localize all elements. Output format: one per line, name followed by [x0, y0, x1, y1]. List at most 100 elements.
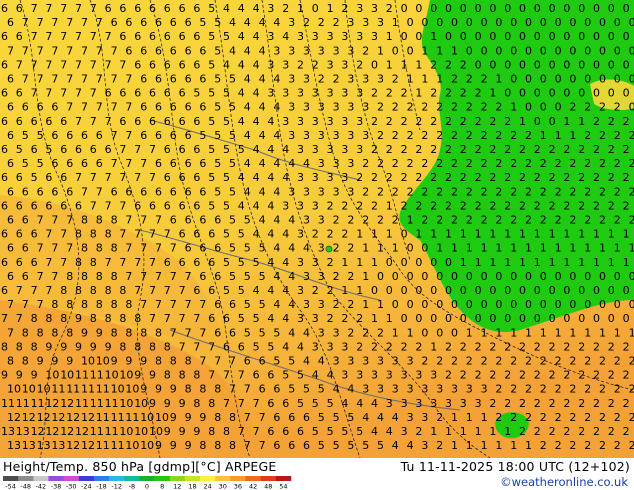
temperature-value: 8 — [31, 312, 38, 325]
temperature-value: 0 — [430, 284, 437, 297]
temperature-value: 6 — [155, 185, 162, 198]
temperature-value: 7 — [229, 355, 236, 368]
temperature-value: 9 — [125, 355, 132, 368]
temperature-value: 2 — [341, 199, 348, 212]
temperature-value: 12 — [81, 439, 95, 452]
temperature-value: 2 — [436, 439, 443, 452]
legend-tick-label: 30 — [219, 483, 227, 490]
temperature-value: 2 — [623, 340, 630, 353]
temperature-value: 7 — [66, 214, 73, 227]
temperature-value: 0 — [534, 312, 541, 325]
temperature-value: 5 — [259, 326, 266, 339]
temperature-value: 3 — [297, 228, 304, 241]
temperature-value: 3 — [318, 129, 325, 142]
temperature-value: 2 — [510, 185, 517, 198]
temperature-value: 11 — [31, 397, 45, 410]
temperature-value: 0 — [475, 2, 482, 15]
temperature-value: 2 — [466, 101, 473, 114]
temperature-value: 3 — [288, 129, 295, 142]
temperature-value: 7 — [105, 58, 112, 71]
temperature-value: 7 — [111, 129, 118, 142]
temperature-value: 7 — [238, 425, 245, 438]
temperature-value: 7 — [31, 2, 38, 15]
temperature-value: 6 — [16, 87, 23, 100]
temperature-value: 7 — [51, 16, 58, 29]
temperature-value: 5 — [318, 383, 325, 396]
temperature-value: 3 — [460, 397, 467, 410]
temperature-value: 13 — [1, 425, 15, 438]
temperature-value: 3 — [312, 340, 319, 353]
temperature-value: 6 — [37, 101, 44, 114]
temperature-value: 7 — [37, 16, 44, 29]
temperature-value: 0 — [555, 16, 562, 29]
temperature-value: 6 — [31, 199, 38, 212]
legend-swatch — [230, 476, 246, 481]
temperature-value: 0 — [407, 270, 414, 283]
temperature-value: 8 — [1, 340, 8, 353]
temperature-value: 6 — [149, 58, 156, 71]
temperature-value: 2 — [593, 199, 600, 212]
temperature-value: 1 — [451, 44, 458, 57]
temperature-value: 1 — [540, 326, 547, 339]
temperature-value: 7 — [134, 143, 141, 156]
temperature-value: 12 — [45, 425, 59, 438]
temperature-value: 3 — [341, 115, 348, 128]
temperature-value: 5 — [347, 439, 354, 452]
temperature-value: 2 — [540, 439, 547, 452]
temperature-value: 2 — [466, 185, 473, 198]
temperature-value: 4 — [282, 284, 289, 297]
temperature-value: 4 — [273, 214, 280, 227]
credit-link[interactable]: ©weatheronline.co.uk — [500, 475, 628, 489]
temperature-value: 2 — [563, 369, 570, 382]
temperature-value: 4 — [259, 129, 266, 142]
temperature-value: 3 — [371, 369, 378, 382]
temperature-value: 11 — [111, 411, 125, 424]
temperature-value: 1 — [430, 30, 437, 43]
temperature-value: 7 — [119, 143, 126, 156]
temperature-value: 6 — [179, 115, 186, 128]
temperature-value: 1 — [392, 16, 399, 29]
temperature-value: 2 — [549, 143, 556, 156]
temperature-value: 2 — [475, 171, 482, 184]
temperature-value: 0 — [629, 101, 634, 114]
temperature-value: 7 — [119, 171, 126, 184]
temperature-value: 4 — [273, 16, 280, 29]
temperature-value: 7 — [185, 270, 192, 283]
temperature-value: 1 — [386, 228, 393, 241]
temperature-value: 5 — [223, 30, 230, 43]
temperature-value: 2 — [623, 199, 630, 212]
temperature-value: 6 — [223, 340, 230, 353]
temperature-value: 2 — [623, 397, 630, 410]
temperature-value: 11 — [96, 411, 110, 424]
temperature-value: 2 — [549, 199, 556, 212]
temperature-value: 3 — [303, 101, 310, 114]
temperature-value: 6 — [134, 58, 141, 71]
temperature-value: 1 — [569, 129, 576, 142]
temperature-value: 2 — [386, 143, 393, 156]
temperature-value: 0 — [475, 30, 482, 43]
temperature-value: 2 — [401, 340, 408, 353]
temperature-value: 8 — [134, 312, 141, 325]
temperature-value: 4 — [253, 199, 260, 212]
temperature-value: 0 — [519, 312, 526, 325]
temperature-value: 8 — [185, 355, 192, 368]
legend-swatch — [169, 476, 186, 481]
temperature-value: 0 — [392, 298, 399, 311]
temperature-value: 2 — [475, 369, 482, 382]
temperature-value: 6 — [81, 129, 88, 142]
temperature-value: 4 — [238, 115, 245, 128]
temperature-value: 0 — [549, 284, 556, 297]
temperature-value: 2 — [282, 2, 289, 15]
temperature-value: 6 — [1, 87, 8, 100]
temperature-value: 2 — [407, 157, 414, 170]
temperature-value: 2 — [401, 143, 408, 156]
temperature-value: 5 — [253, 312, 260, 325]
temperature-value: 7 — [179, 284, 186, 297]
temperature-value: 6 — [193, 115, 200, 128]
temperature-value: 11 — [96, 383, 110, 396]
temperature-value: 8 — [60, 284, 67, 297]
legend-tick-label: -24 — [81, 483, 92, 490]
temperature-value: 2 — [623, 143, 630, 156]
temperature-value: 6 — [37, 185, 44, 198]
temperature-value: 6 — [45, 171, 52, 184]
